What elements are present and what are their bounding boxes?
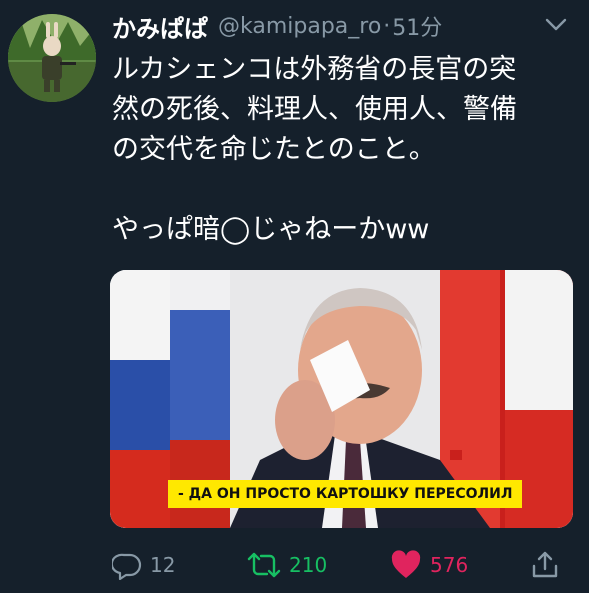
- tweet-text-line: やっぱ暗◯じゃねーかww: [112, 214, 430, 245]
- retweet-button[interactable]: 210: [247, 545, 327, 585]
- user-handle[interactable]: @kamipapa_ro: [218, 14, 381, 39]
- share-button[interactable]: [530, 545, 560, 585]
- tweet-text-line: ルカシェンコは外務省の長官の突: [112, 54, 517, 85]
- tweet-text: ルカシェンコは外務省の長官の突 然の死後、料理人、使用人、警備 の交代を命じたと…: [112, 50, 572, 250]
- tweet-time[interactable]: 51分: [392, 10, 442, 42]
- like-button[interactable]: 576: [390, 545, 468, 585]
- display-name[interactable]: かみぱぱ: [112, 9, 208, 44]
- reply-count: 12: [150, 553, 176, 577]
- reply-button[interactable]: 12: [112, 545, 175, 585]
- tweet-header: かみぱぱ @kamipapa_ro · 51分: [112, 8, 569, 44]
- separator-dot: ·: [383, 13, 391, 39]
- retweet-icon: [247, 550, 281, 580]
- like-count: 576: [430, 553, 469, 577]
- tweet-media-image[interactable]: - ДА ОН ПРОСТО КАРТОШКУ ПЕРЕСОЛИЛ: [110, 270, 573, 528]
- heart-icon: [390, 550, 422, 580]
- tweet-text-line: 然の死後、料理人、使用人、警備: [112, 94, 517, 125]
- chevron-down-icon[interactable]: [543, 14, 569, 36]
- share-icon: [530, 550, 560, 580]
- tweet-actions: 12 210 576: [112, 545, 572, 585]
- reply-icon: [112, 550, 142, 580]
- media-caption: - ДА ОН ПРОСТО КАРТОШКУ ПЕРЕСОЛИЛ: [168, 480, 523, 508]
- tweet-text-line: の交代を命じたとのこと。: [112, 134, 436, 165]
- retweet-count: 210: [289, 553, 328, 577]
- avatar[interactable]: [8, 14, 96, 102]
